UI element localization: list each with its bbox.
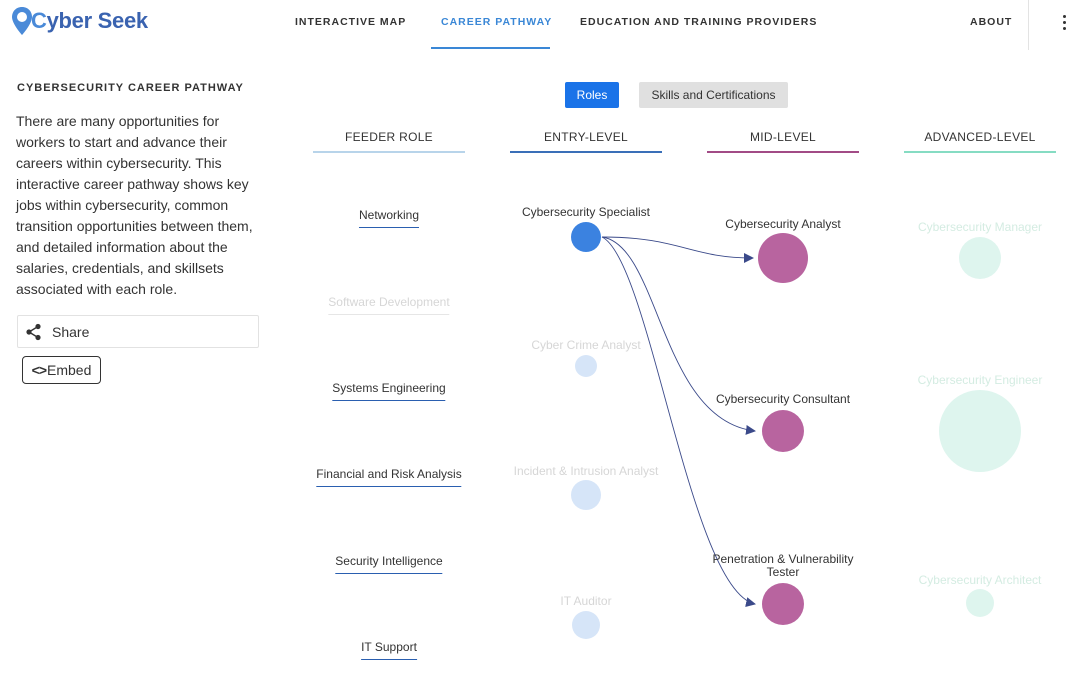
advanced-role-label-architect: Cybersecurity Architect (919, 573, 1042, 587)
mid-role-label-pentester-line2: Tester (767, 565, 800, 579)
mid-role-label-analyst: Cybersecurity Analyst (725, 217, 841, 231)
mid-role-node-consultant[interactable] (762, 410, 804, 452)
entry-role-label-cyber-crime: Cyber Crime Analyst (531, 338, 641, 352)
entry-role-node-incident (571, 480, 601, 510)
advanced-role-node-engineer (939, 390, 1021, 472)
entry-role-label-specialist: Cybersecurity Specialist (522, 205, 651, 219)
entry-role-label-incident: Incident & Intrusion Analyst (514, 464, 659, 478)
career-pathway-graph: Cybersecurity Specialist Cyber Crime Ana… (514, 205, 1043, 639)
mid-role-node-analyst[interactable] (758, 233, 808, 283)
entry-role-node-cyber-crime (575, 355, 597, 377)
entry-role-node-it-auditor (572, 611, 600, 639)
mid-role-label-pentester-line1: Penetration & Vulnerability (713, 552, 854, 566)
path-specialist-to-pentester (601, 236, 756, 607)
path-specialist-to-analyst (601, 236, 754, 263)
mid-role-node-pentester[interactable] (762, 583, 804, 625)
advanced-role-label-manager: Cybersecurity Manager (918, 220, 1042, 234)
advanced-role-label-engineer: Cybersecurity Engineer (918, 373, 1043, 387)
entry-role-node-specialist[interactable] (571, 222, 601, 252)
mid-role-label-consultant: Cybersecurity Consultant (716, 392, 851, 406)
entry-role-label-it-auditor: IT Auditor (560, 594, 611, 608)
advanced-role-node-manager (959, 237, 1001, 279)
advanced-role-node-architect (966, 589, 994, 617)
